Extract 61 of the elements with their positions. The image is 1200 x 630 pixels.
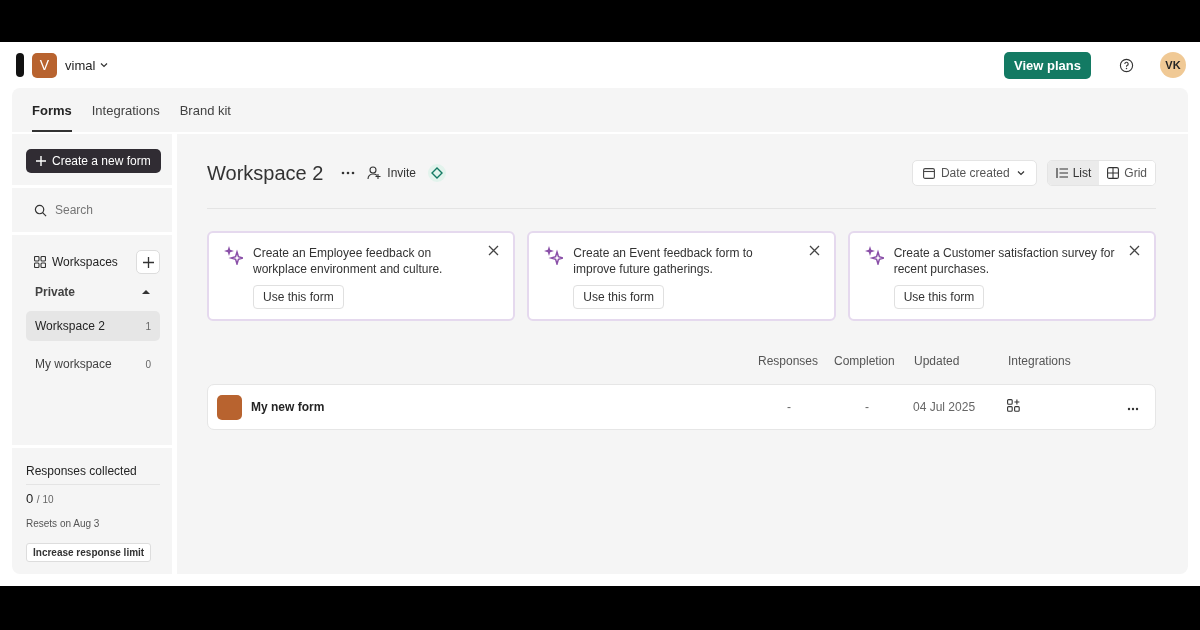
- form-name[interactable]: My new form: [251, 400, 325, 414]
- invite-button[interactable]: Invite: [367, 166, 417, 180]
- person-add-icon: [367, 166, 383, 180]
- tab[interactable]: Forms: [32, 88, 72, 132]
- item-count: 1: [145, 320, 151, 332]
- close-icon[interactable]: [488, 245, 500, 256]
- more-icon[interactable]: [341, 171, 356, 175]
- workspaces-label: Workspaces: [52, 255, 118, 269]
- close-icon[interactable]: [1129, 245, 1140, 256]
- more-icon[interactable]: [1127, 407, 1139, 411]
- user-avatar[interactable]: VK: [1160, 52, 1186, 78]
- diamond-icon[interactable]: [428, 164, 447, 182]
- table-cell: -: [865, 400, 869, 414]
- suggestion-text: Create an Employee feedback on workplace environment and culture.: [253, 245, 444, 277]
- grid-icon: [1107, 167, 1120, 179]
- integrations-icon[interactable]: [1007, 399, 1020, 412]
- chevron-down-icon: [99, 60, 110, 70]
- tab[interactable]: Brand kit: [179, 88, 231, 132]
- plus-icon: [36, 156, 46, 166]
- logo-mark: [16, 53, 24, 77]
- suggestion-text: Create an Event feedback form to improve future gatherings.: [573, 245, 754, 277]
- close-icon[interactable]: [808, 245, 820, 256]
- sparkle-icon: [223, 245, 243, 265]
- grid-icon: [34, 256, 46, 268]
- workspace-title: Workspace 2: [207, 161, 324, 185]
- sort-dropdown[interactable]: Date created: [911, 160, 1037, 186]
- column-header: Responses: [758, 354, 820, 368]
- use-form-button[interactable]: Use this form: [253, 285, 344, 309]
- table-cell: 04 Jul 2025: [913, 400, 976, 414]
- plus-icon: [142, 256, 154, 268]
- search-icon: [34, 203, 47, 217]
- sparkle-icon: [543, 245, 564, 265]
- column-header: Updated: [914, 354, 961, 368]
- add-workspace-button[interactable]: [136, 250, 160, 274]
- view-plans-button[interactable]: View plans: [1004, 51, 1091, 79]
- use-form-button[interactable]: Use this form: [893, 285, 985, 309]
- usage-title: Responses collected: [26, 464, 160, 485]
- create-form-button[interactable]: Create a new form: [26, 149, 161, 173]
- column-header: Integrations: [1008, 354, 1072, 368]
- tab[interactable]: Integrations: [91, 88, 160, 132]
- workspace-item[interactable]: Workspace 2 1: [26, 311, 160, 341]
- search-field[interactable]: Search: [53, 202, 157, 218]
- suggestion-text: Create a Customer satisfaction survey for recent purchases.: [893, 245, 1116, 277]
- table-cell: -: [787, 400, 791, 414]
- chevron-down-icon: [1015, 168, 1026, 178]
- collapse-icon[interactable]: [142, 289, 150, 295]
- reset-note: Resets on Aug 3: [26, 518, 101, 529]
- item-count: 0: [145, 358, 151, 370]
- section-label: Private: [35, 285, 76, 299]
- help-icon[interactable]: [1119, 57, 1134, 73]
- use-form-button[interactable]: Use this form: [573, 285, 664, 309]
- column-header: Completion: [834, 354, 896, 368]
- form-icon: [217, 394, 242, 420]
- workspace-item[interactable]: My workspace 0: [26, 349, 160, 379]
- usage-count: 0 / 10: [26, 491, 55, 506]
- calendar-icon: [922, 167, 935, 179]
- list-icon: [1055, 168, 1068, 178]
- view-toggle[interactable]: List: [1047, 161, 1100, 185]
- account-menu[interactable]: vimal: [65, 57, 110, 73]
- increase-limit-button[interactable]: Increase response limit: [26, 543, 152, 562]
- account-avatar: V: [32, 52, 57, 78]
